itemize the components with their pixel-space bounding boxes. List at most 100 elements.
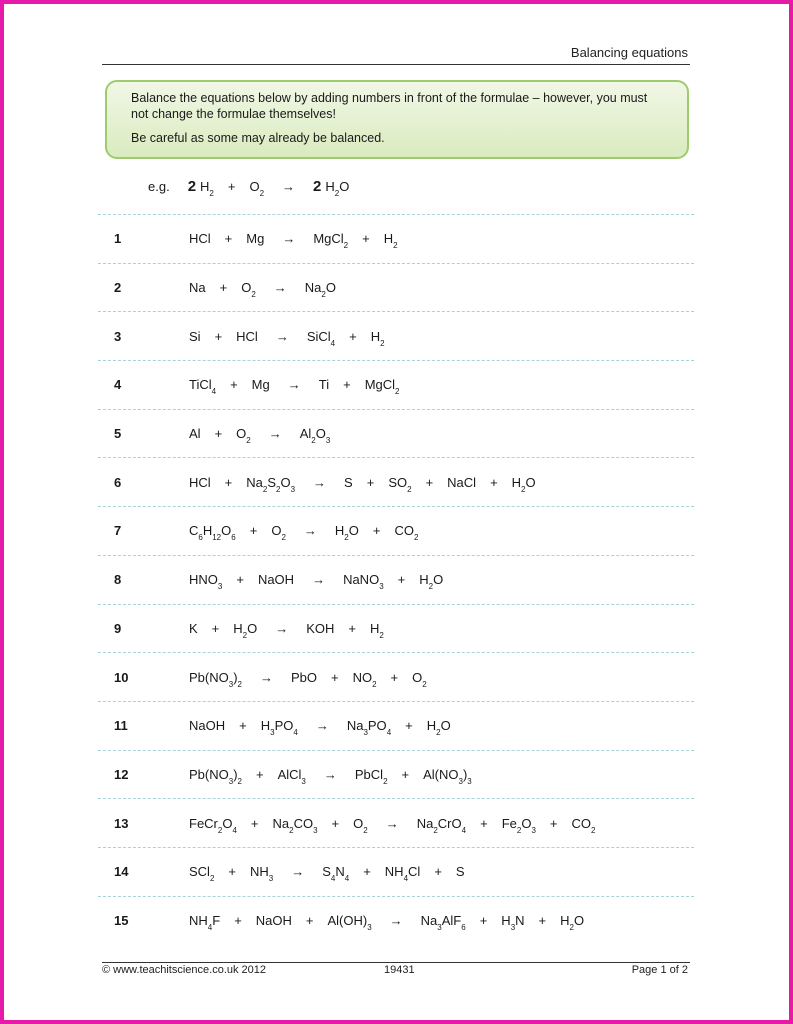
subscript: 3 xyxy=(268,874,274,884)
footer-page-number: Page 1 of 2 xyxy=(631,964,688,976)
subscript: 6 xyxy=(461,922,466,932)
chemical-formula: Ti xyxy=(318,377,330,393)
plus-sign: + xyxy=(480,815,488,831)
subscript: 4 xyxy=(403,874,409,884)
chemical-formula: C6H12O6 xyxy=(189,523,236,543)
equation-number: 11 xyxy=(114,718,128,734)
plus-sign: + xyxy=(397,572,406,588)
subscript: 6 xyxy=(231,533,236,543)
reaction-arrow-icon: → xyxy=(275,328,289,344)
chemical-formula: H2 xyxy=(370,328,385,348)
equation-row: 11 NaOH + H3PO4 → Na3PO4 + H2O xyxy=(98,700,694,750)
chemical-formula: CO2 xyxy=(571,815,596,835)
reaction-arrow-icon: → xyxy=(312,572,326,588)
page-header-title: Balancing equations xyxy=(570,45,688,60)
equation-row: 6 HCl + Na2S2O3 → S + SO2 + NaCl + H2O xyxy=(98,457,694,506)
subscript: 3 xyxy=(228,776,234,786)
example-label: e.g. xyxy=(148,179,170,194)
chemical-formula: H2O xyxy=(511,474,536,494)
subscript: 4 xyxy=(461,825,467,835)
equation: HCl + Mg → MgCl2 + H2 xyxy=(189,231,412,251)
equation-row: 13 FeCr2O4 + Na2CO3 + O2 → Na2CrO4 + Fe2O3 + CO2 xyxy=(98,798,694,847)
subscript: 2 xyxy=(436,728,441,738)
chemical-formula: O2 xyxy=(236,426,251,446)
instructions-text: Balance the equations below by adding nu… xyxy=(131,91,648,121)
chemical-formula: NH4F xyxy=(189,912,221,932)
subscript: 2 xyxy=(379,630,384,640)
chemical-formula: H2 xyxy=(200,179,214,198)
equation: Pb(NO3)2 → PbO + NO2 + O2 xyxy=(189,669,441,689)
equation: Si + HCl → SiCl4 + H2 xyxy=(189,328,399,348)
chemical-formula: Fe2O3 xyxy=(501,815,536,835)
chemical-formula: Mg xyxy=(251,377,270,393)
equation-number: 1 xyxy=(114,231,122,247)
chemical-formula: H2 xyxy=(383,231,398,251)
plus-sign: + xyxy=(211,620,220,636)
subscript: 2 xyxy=(334,189,340,198)
chemical-formula: PbO xyxy=(290,669,317,685)
equations-list: 1 HCl + Mg → MgCl2 + H2 2 Na + O2 → Na2O 3 Si + HCl → SiCl4… xyxy=(98,214,694,944)
chemical-formula: H3PO4 xyxy=(260,718,298,738)
plus-sign: + xyxy=(434,864,442,880)
equation: NaOH + H3PO4 → Na3PO4 + H2O xyxy=(189,718,465,738)
subscript: 2 xyxy=(380,338,385,348)
chemical-formula: Al xyxy=(189,426,201,442)
equation-row: 1 HCl + Mg → MgCl2 + H2 xyxy=(98,214,694,263)
chemical-formula: NaCl xyxy=(447,474,477,490)
chemical-formula: KOH xyxy=(306,620,335,636)
plus-sign: + xyxy=(250,815,259,831)
subscript: 2 xyxy=(289,825,294,835)
chemical-formula: H2O xyxy=(560,912,585,932)
subscript: 2 xyxy=(407,484,412,494)
plus-sign: + xyxy=(236,572,244,588)
plus-sign: + xyxy=(331,669,339,685)
subscript: 4 xyxy=(211,387,217,397)
subscript: 3 xyxy=(228,679,234,689)
plus-sign: + xyxy=(255,766,264,782)
subscript: 2 xyxy=(363,825,368,835)
reaction-arrow-icon: → xyxy=(315,718,329,734)
chemical-formula: O2 xyxy=(353,815,368,835)
coefficient: 2 xyxy=(313,178,322,195)
footer-copyright: © www.teachitscience.co.uk 2012 xyxy=(102,964,267,976)
chemical-formula: TiCl4 xyxy=(189,377,217,397)
chemical-formula: Al(NO3)3 xyxy=(423,766,472,786)
subscript: 2 xyxy=(311,436,316,446)
chemical-formula: Mg xyxy=(246,231,265,247)
plus-sign: + xyxy=(405,718,413,734)
plus-sign: + xyxy=(343,377,351,393)
equation: Na + O2 → Na2O xyxy=(189,280,350,299)
subscript: 4 xyxy=(330,338,336,348)
equation-row: 12 Pb(NO3)2 + AlCl3 → PbCl2 + Al(NO3)3 xyxy=(98,749,694,799)
chemical-formula: Pb(NO3)2 xyxy=(189,766,242,786)
subscript: 2 xyxy=(242,630,248,640)
reaction-arrow-icon: → xyxy=(291,864,305,880)
plus-sign: + xyxy=(425,474,434,490)
chemical-formula: Na2CO3 xyxy=(272,815,318,835)
reaction-arrow-icon: → xyxy=(273,280,287,296)
subscript: 2 xyxy=(428,582,434,592)
chemical-formula: Na xyxy=(189,280,206,296)
equation-row: 5 Al + O2 → Al2O3 xyxy=(98,408,694,458)
equation: NH4F + NaOH + Al(OH)3 → Na3AlF6 + H3N + H2O xyxy=(189,912,598,932)
equation-row: 3 Si + HCl → SiCl4 + H2 xyxy=(98,311,694,360)
chemical-formula: AlCl3 xyxy=(277,766,306,786)
subscript: 2 xyxy=(251,290,256,300)
subscript: 3 xyxy=(458,776,463,786)
chemical-formula: Na2CrO4 xyxy=(416,815,467,835)
subscript: 2 xyxy=(516,825,522,835)
subscript: 2 xyxy=(237,679,242,689)
subscript: 2 xyxy=(395,387,400,397)
subscript: 3 xyxy=(510,922,516,932)
subscript: 4 xyxy=(330,874,336,884)
subscript: 2 xyxy=(209,874,215,884)
plus-sign: + xyxy=(227,179,236,194)
subscript: 2 xyxy=(413,533,419,543)
chemical-formula: NaOH xyxy=(257,572,295,588)
plus-sign: + xyxy=(362,231,370,247)
chemical-formula: S xyxy=(455,864,465,880)
subscript: 2 xyxy=(237,776,242,786)
plus-sign: + xyxy=(401,766,410,782)
subscript: 2 xyxy=(393,241,398,251)
subscript: 3 xyxy=(367,922,372,932)
